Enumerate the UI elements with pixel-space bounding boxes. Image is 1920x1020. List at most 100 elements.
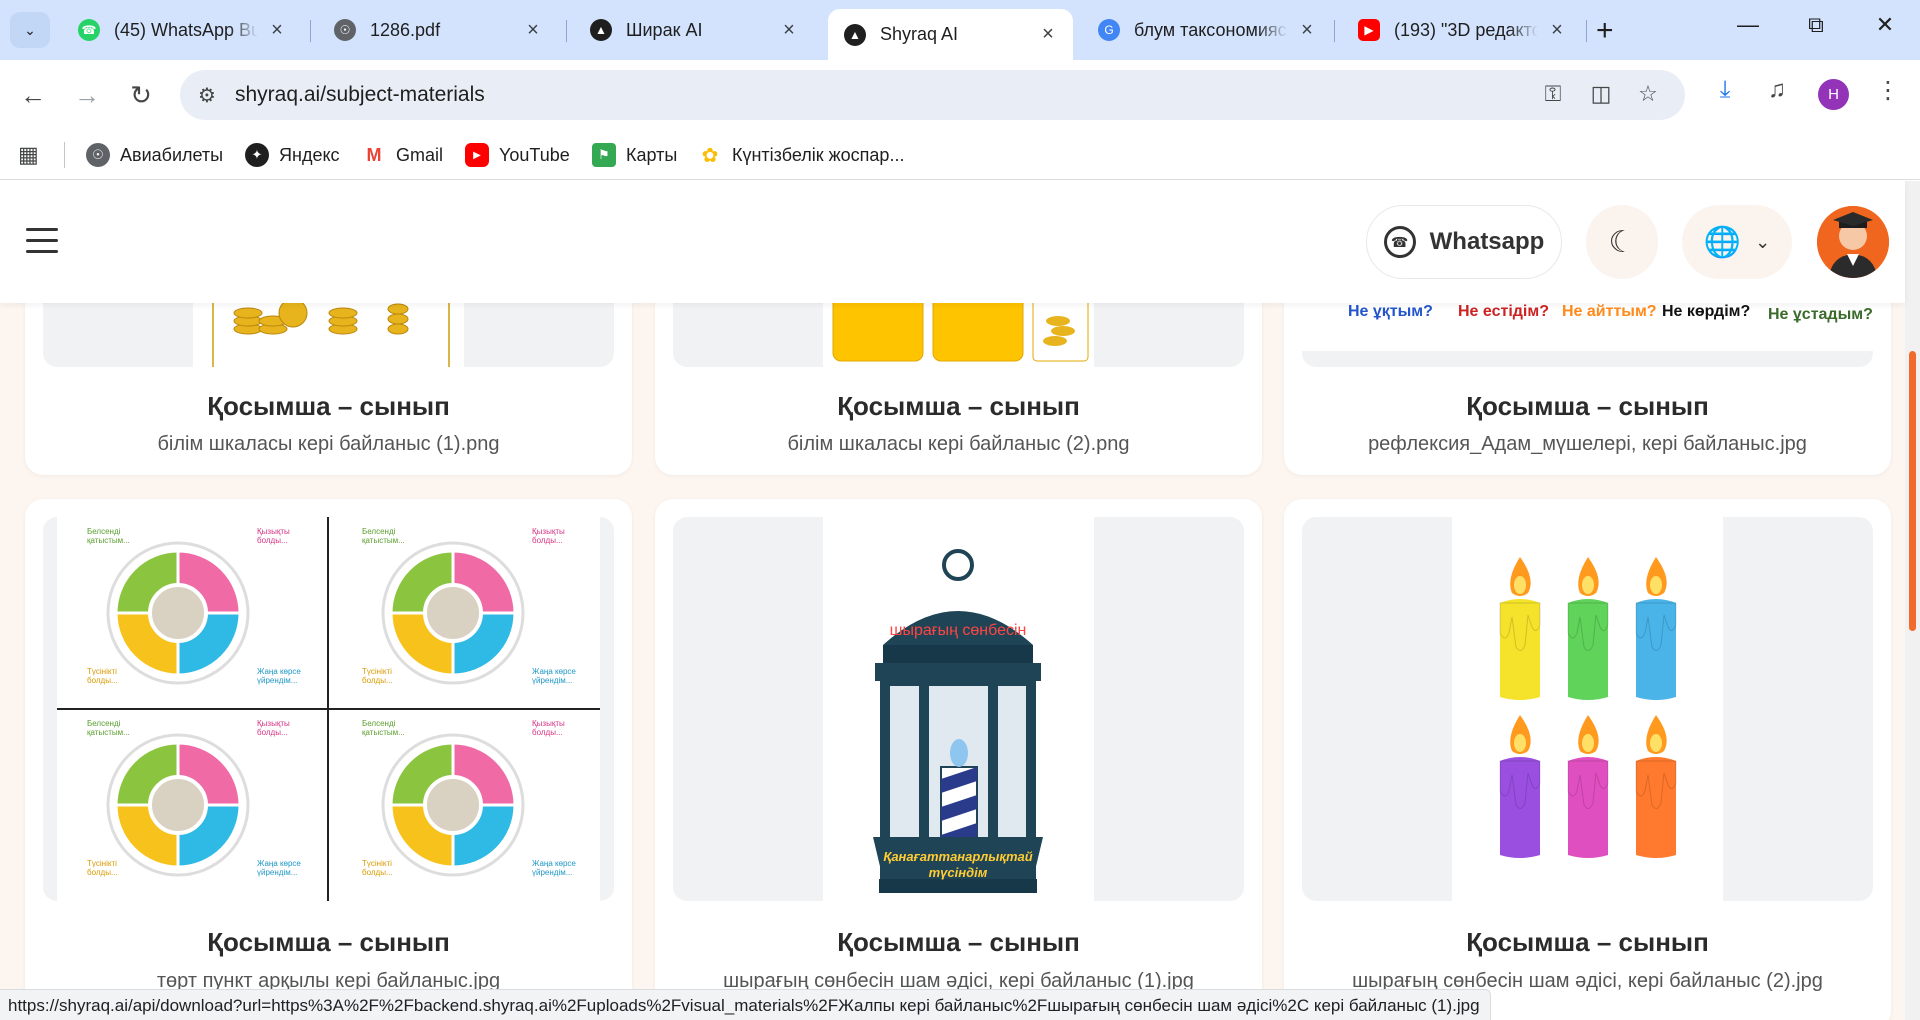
card-title: Қосымша – сынып [207, 927, 450, 957]
tab-youtube[interactable]: ▶ (193) "3D редактор" × [1342, 9, 1582, 51]
site-header: ☎ Whatsapp ☾ 🌐 ⌄ [0, 181, 1905, 303]
globe-icon: ☉ [86, 143, 110, 167]
wheel-label: Жаңа көрсе үйрендім... [532, 859, 576, 877]
wheel-label: Түсінікті болды... [87, 859, 118, 877]
browser-toolbar: ← → ↻ ⚙ shyraq.ai/subject-materials ⚿ ◫ … [0, 60, 1920, 130]
bookmark-gmail[interactable]: M Gmail [362, 140, 444, 170]
svg-text:Қанағаттанарлықтай: Қанағаттанарлықтай [883, 849, 1032, 864]
bookmark-aviabilety[interactable]: ☉ Авиабилеты [86, 140, 223, 170]
url-text[interactable]: shyraq.ai/subject-materials [235, 83, 485, 107]
wheel-label: Түсінікті болды... [362, 859, 393, 877]
wheel-label: Түсінікті болды... [87, 667, 118, 685]
card-title: Қосымша – сынып [207, 391, 450, 421]
key-icon[interactable]: ⚿ [1538, 81, 1568, 107]
google-icon: G [1098, 19, 1120, 41]
hamburger-menu-icon[interactable] [26, 228, 58, 254]
candle [1567, 557, 1609, 700]
close-icon[interactable]: × [1296, 19, 1318, 42]
page-content: ☎ Whatsapp ☾ 🌐 ⌄ Қосымша – сынып білім ш… [0, 181, 1920, 1020]
profile-avatar[interactable]: H [1818, 79, 1849, 110]
card-title: Қосымша – сынып [837, 391, 1080, 421]
close-icon[interactable]: × [522, 19, 544, 42]
star-icon[interactable]: ☆ [1633, 81, 1663, 107]
forward-icon[interactable]: → [68, 76, 106, 114]
candle [1499, 715, 1541, 858]
wheel-label: Белсенді қатыстым... [362, 527, 405, 545]
candle [1635, 715, 1677, 858]
card-thumbnail [1302, 517, 1873, 901]
scrollbar-thumb[interactable] [1909, 351, 1916, 631]
candle [1635, 557, 1677, 700]
svg-text:түсіндім: түсіндім [929, 865, 988, 880]
wheel-label: Белсенді қатыстым... [87, 527, 130, 545]
candle [1499, 557, 1541, 700]
download-icon[interactable]: ⤓ [1706, 76, 1744, 104]
new-tab-button[interactable]: + [1596, 14, 1614, 48]
language-selector[interactable]: 🌐 ⌄ [1682, 205, 1792, 279]
close-icon[interactable]: × [778, 19, 800, 42]
globe-icon: ☉ [334, 19, 356, 41]
tab-pdf[interactable]: ☉ 1286.pdf × [318, 9, 558, 51]
whatsapp-button[interactable]: ☎ Whatsapp [1366, 205, 1562, 279]
address-bar[interactable]: ⚙ shyraq.ai/subject-materials ⚿ ◫ ☆ [180, 70, 1685, 120]
wheel-label: Белсенді қатыстым... [87, 719, 130, 737]
card-thumbnail: Белсенді қатыстым... Қызықты болды... Түсі… [43, 517, 614, 901]
minimize-icon[interactable]: — [1723, 12, 1773, 38]
shyraq-icon: ▲ [844, 23, 866, 46]
page-scrollbar[interactable] [1905, 181, 1920, 1020]
reload-icon[interactable]: ↻ [122, 76, 160, 114]
maps-icon: ⚑ [592, 143, 616, 167]
shyraq-icon: ▲ [590, 19, 612, 41]
tab-shyraq-ai-active[interactable]: ▲ Shyraq AI × [828, 9, 1073, 60]
window-close-icon[interactable]: ✕ [1860, 12, 1910, 38]
card-title: Қосымша – сынып [837, 927, 1080, 957]
wheel-label: Түсінікті болды... [362, 667, 393, 685]
moon-icon: ☾ [1608, 225, 1636, 259]
gmail-icon: M [366, 144, 382, 165]
card-thumbnail: шырағың сөнбесін Қанағаттанарлықтай түсі… [673, 517, 1244, 901]
install-app-icon[interactable]: ◫ [1586, 81, 1616, 107]
youtube-icon: ▶ [465, 143, 489, 167]
wheel-label: Қызықты болды... [257, 527, 290, 545]
tab-google-search[interactable]: G блум таксономиясы × [1082, 9, 1332, 51]
globe-icon: 🌐 [1703, 225, 1742, 259]
bookmark-kuntizbelik[interactable]: ✿ Күнтізбелік жоспар... [698, 140, 905, 170]
material-card[interactable]: Белсенді қатыстым... Қызықты болды... Түсі… [25, 499, 632, 1020]
material-card[interactable]: шырағың сөнбесін Қанағаттанарлықтай түсі… [655, 499, 1262, 1020]
card-filename: білім шкаласы кері байланыс (1).png [157, 433, 500, 455]
tab-shirak-ai[interactable]: ▲ Ширак AI × [574, 9, 814, 51]
wheel-label: Қызықты болды... [532, 719, 565, 737]
tab-whatsapp[interactable]: ☎ (45) WhatsApp Business × [62, 9, 302, 51]
user-avatar[interactable] [1817, 206, 1889, 278]
close-icon[interactable]: × [266, 19, 288, 42]
site-info-icon[interactable]: ⚙ [198, 83, 216, 108]
browser-tabstrip: ⌄ ☎ (45) WhatsApp Business × ☉ 1286.pdf … [0, 0, 1920, 60]
media-control-icon[interactable]: ♫ [1758, 76, 1796, 104]
bookmark-maps[interactable]: ⚑ Карты [592, 140, 677, 170]
tab-search-button[interactable]: ⌄ [10, 12, 50, 48]
bookmarks-bar: ▦ ☉ Авиабилеты ✦ Яндекс M Gmail ▶ YouTub… [0, 130, 1920, 180]
bookmark-youtube[interactable]: ▶ YouTube [465, 140, 570, 170]
menu-dots-icon[interactable]: ⋮ [1869, 76, 1907, 105]
back-icon[interactable]: ← [14, 76, 52, 114]
wheel-label: Жаңа көрсе үйрендім... [257, 859, 301, 877]
youtube-icon: ▶ [1358, 19, 1380, 41]
material-card[interactable]: Қосымша – сынып шырағың сөнбесін шам әді… [1284, 499, 1891, 1020]
wheel-label: Қызықты болды... [257, 719, 290, 737]
apps-grid-icon[interactable]: ▦ [18, 140, 39, 170]
restore-icon[interactable]: ⧉ [1791, 12, 1841, 38]
wheel-label: Белсенді қатыстым... [362, 719, 405, 737]
svg-text:шырағың сөнбесін: шырағың сөнбесін [890, 622, 1027, 639]
dark-mode-toggle[interactable]: ☾ [1586, 205, 1658, 279]
close-icon[interactable]: × [1546, 19, 1568, 42]
close-icon[interactable]: × [1037, 23, 1059, 46]
link-status-bar: https://shyraq.ai/api/download?url=https… [0, 989, 1491, 1020]
wheel-label: Жаңа көрсе үйрендім... [257, 667, 301, 685]
chevron-down-icon: ⌄ [1755, 231, 1771, 252]
bookmark-site-icon: ✿ [701, 144, 719, 167]
whatsapp-icon: ☎ [1383, 226, 1416, 258]
yandex-icon: ✦ [245, 143, 269, 167]
bookmark-yandex[interactable]: ✦ Яндекс [245, 140, 340, 170]
card-title: Қосымша – сынып [1466, 391, 1709, 421]
wheel-label: Жаңа көрсе үйрендім... [532, 667, 576, 685]
